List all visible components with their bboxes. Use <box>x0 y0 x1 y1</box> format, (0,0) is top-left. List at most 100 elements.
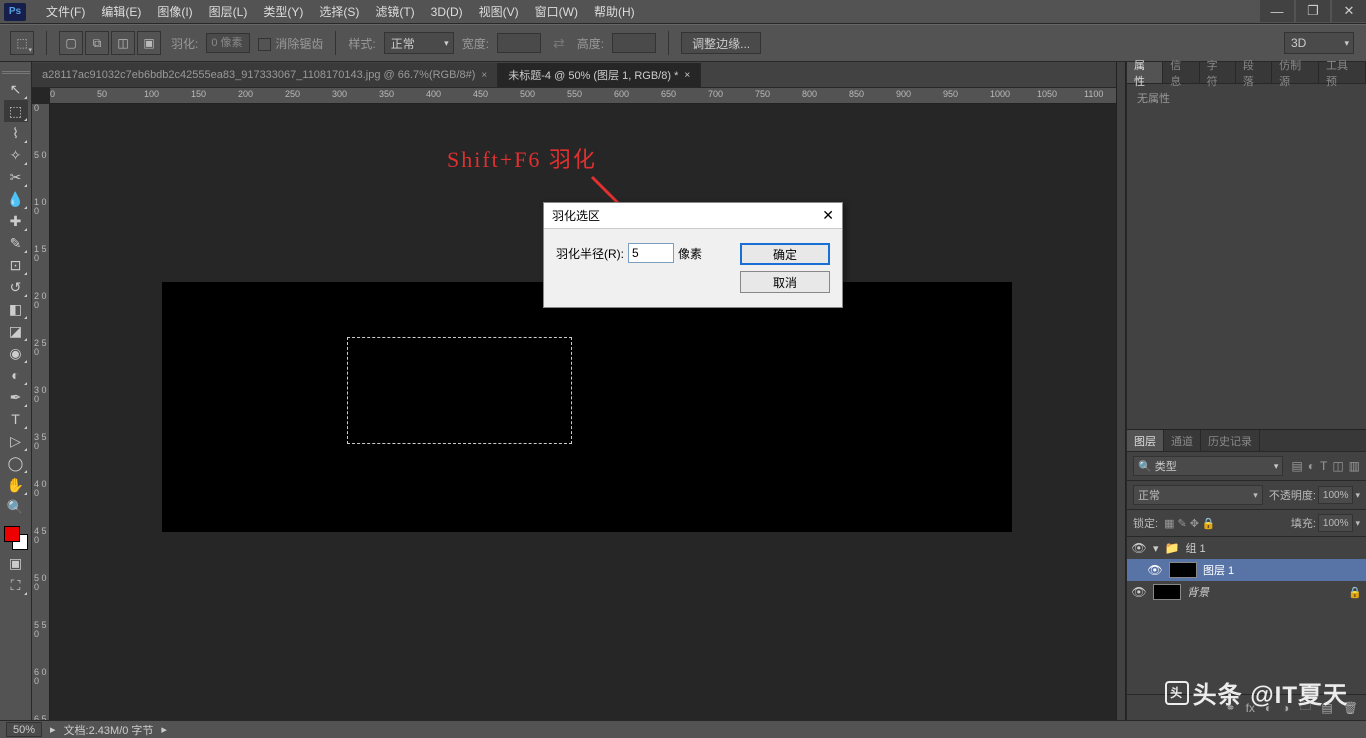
hand-tool[interactable]: ✋ <box>4 474 28 496</box>
tab-character[interactable]: 字符 <box>1200 62 1236 83</box>
menu-3d[interactable]: 3D(D) <box>423 5 471 19</box>
style-dropdown[interactable]: 正常 <box>384 32 454 54</box>
filter-adjust-icon[interactable]: ◐ <box>1308 459 1315 473</box>
tab-paragraph[interactable]: 段落 <box>1236 62 1272 83</box>
history-brush-tool[interactable]: ↺ <box>4 276 28 298</box>
zoom-tool[interactable]: 🔍 <box>4 496 28 518</box>
toolbox-handle[interactable] <box>2 68 30 76</box>
menu-window[interactable]: 窗口(W) <box>527 3 586 20</box>
brush-tool[interactable]: ✎ <box>4 232 28 254</box>
chevron-right-icon[interactable]: ▸ <box>50 723 56 736</box>
lasso-tool[interactable]: ⌇ <box>4 122 28 144</box>
wand-tool[interactable]: ✧ <box>4 144 28 166</box>
dialog-close-button[interactable]: ✕ <box>822 207 834 224</box>
lock-pixel-icon[interactable]: ✎ <box>1177 517 1186 530</box>
visibility-icon[interactable]: 👁 <box>1131 541 1147 555</box>
stamp-tool[interactable]: ⊡ <box>4 254 28 276</box>
blur-tool[interactable]: ◉ <box>4 342 28 364</box>
minimize-button[interactable]: — <box>1260 0 1294 22</box>
antialias-option[interactable]: 消除锯齿 <box>258 35 323 52</box>
move-tool[interactable]: ↖ <box>4 78 28 100</box>
doc-tab-1[interactable]: a28117ac91032c7eb6bdb2c42555ea83_9173330… <box>32 63 498 87</box>
layer-thumbnail[interactable] <box>1169 562 1197 578</box>
tab-channels[interactable]: 通道 <box>1164 430 1201 451</box>
tab-clone[interactable]: 仿制源 <box>1272 62 1319 83</box>
menu-help[interactable]: 帮助(H) <box>586 3 643 20</box>
menu-filter[interactable]: 滤镜(T) <box>367 3 422 20</box>
chevron-down-icon[interactable]: ▾ <box>1153 542 1159 555</box>
layer-thumbnail[interactable] <box>1153 584 1181 600</box>
sel-add[interactable]: ⧉ <box>85 31 109 55</box>
3d-dropdown[interactable]: 3D <box>1284 32 1354 54</box>
menu-view[interactable]: 视图(V) <box>471 3 527 20</box>
blend-mode-dropdown[interactable]: 正常 <box>1133 485 1263 505</box>
doc-tab-2[interactable]: 未标题-4 @ 50% (图层 1, RGB/8) *× <box>498 63 701 87</box>
zoom-field[interactable]: 50% <box>6 722 42 737</box>
color-swatches[interactable] <box>2 524 30 552</box>
fill-field[interactable]: 100% <box>1318 514 1354 532</box>
tab-toolpreset[interactable]: 工具预 <box>1319 62 1366 83</box>
antialias-checkbox[interactable] <box>258 38 271 51</box>
current-tool-icon[interactable]: ⬚▾ <box>10 31 34 55</box>
menu-image[interactable]: 图像(I) <box>149 3 200 20</box>
cancel-button[interactable]: 取消 <box>740 271 830 293</box>
shape-tool[interactable]: ◯ <box>4 452 28 474</box>
close-button[interactable]: ✕ <box>1332 0 1366 22</box>
visibility-icon[interactable]: 👁 <box>1147 563 1163 577</box>
opacity-field[interactable]: 100% <box>1318 486 1354 504</box>
tab-properties[interactable]: 属性 <box>1127 62 1163 83</box>
radius-input[interactable] <box>628 243 674 263</box>
gradient-tool[interactable]: ◪ <box>4 320 28 342</box>
chevron-right-icon[interactable]: ▸ <box>161 723 167 736</box>
dialog-titlebar[interactable]: 羽化选区 ✕ <box>544 203 842 229</box>
quickmask-tool[interactable]: ▣ <box>4 552 28 574</box>
lock-trans-icon[interactable]: ▦ <box>1164 517 1174 530</box>
filter-type-icon[interactable]: T <box>1320 459 1327 473</box>
sel-sub[interactable]: ◫ <box>111 31 135 55</box>
menu-type[interactable]: 类型(Y) <box>255 3 311 20</box>
sel-new[interactable]: ▢ <box>59 31 83 55</box>
layer-row[interactable]: 👁 图层 1 <box>1127 559 1366 581</box>
visibility-icon[interactable]: 👁 <box>1131 585 1147 599</box>
marquee-tool[interactable]: ⬚ <box>4 100 28 122</box>
tab-history[interactable]: 历史记录 <box>1201 430 1260 451</box>
tab-info[interactable]: 信息 <box>1163 62 1199 83</box>
pen-tool[interactable]: ✒ <box>4 386 28 408</box>
close-icon[interactable]: × <box>684 70 690 81</box>
path-select-tool[interactable]: ▷ <box>4 430 28 452</box>
chevron-down-icon[interactable]: ▾ <box>1355 518 1360 529</box>
document-canvas[interactable] <box>162 282 1012 532</box>
eyedropper-tool[interactable]: 💧 <box>4 188 28 210</box>
layer-name[interactable]: 背景 <box>1187 584 1209 600</box>
menu-select[interactable]: 选择(S) <box>311 3 367 20</box>
layer-bg-row[interactable]: 👁 背景 🔒 <box>1127 581 1366 603</box>
layer-group-row[interactable]: 👁 ▾ 📁 组 1 <box>1127 537 1366 559</box>
swap-icon[interactable]: ⇄ <box>549 35 569 52</box>
filter-shape-icon[interactable]: ◫ <box>1332 459 1343 473</box>
eraser-tool[interactable]: ◧ <box>4 298 28 320</box>
refine-edge-button[interactable]: 调整边缘... <box>681 32 761 54</box>
tab-layers[interactable]: 图层 <box>1127 430 1164 451</box>
menu-file[interactable]: 文件(F) <box>38 3 93 20</box>
lock-pos-icon[interactable]: ✥ <box>1190 517 1199 530</box>
chevron-down-icon[interactable]: ▾ <box>1355 490 1360 501</box>
dodge-tool[interactable]: ◐ <box>4 364 28 386</box>
heal-tool[interactable]: ✚ <box>4 210 28 232</box>
ok-button[interactable]: 确定 <box>740 243 830 265</box>
screenmode-tool[interactable]: ⛶ <box>4 574 28 596</box>
crop-tool[interactable]: ✂ <box>4 166 28 188</box>
panel-collapse-strip[interactable] <box>1116 62 1126 720</box>
maximize-button[interactable]: ❐ <box>1296 0 1330 22</box>
sel-int[interactable]: ▣ <box>137 31 161 55</box>
close-icon[interactable]: × <box>481 70 487 81</box>
kind-filter[interactable]: 🔍 类型 <box>1133 456 1283 476</box>
lock-all-icon[interactable]: 🔒 <box>1202 517 1216 530</box>
fg-color[interactable] <box>4 526 20 542</box>
menu-edit[interactable]: 编辑(E) <box>93 3 149 20</box>
filter-pixel-icon[interactable]: ▤ <box>1291 459 1302 473</box>
menu-layer[interactable]: 图层(L) <box>201 3 256 20</box>
layer-name[interactable]: 图层 1 <box>1203 562 1234 578</box>
feather-field[interactable]: 0 像素 <box>206 33 250 53</box>
layer-name[interactable]: 组 1 <box>1185 540 1205 556</box>
filter-smart-icon[interactable]: ▥ <box>1349 459 1360 473</box>
